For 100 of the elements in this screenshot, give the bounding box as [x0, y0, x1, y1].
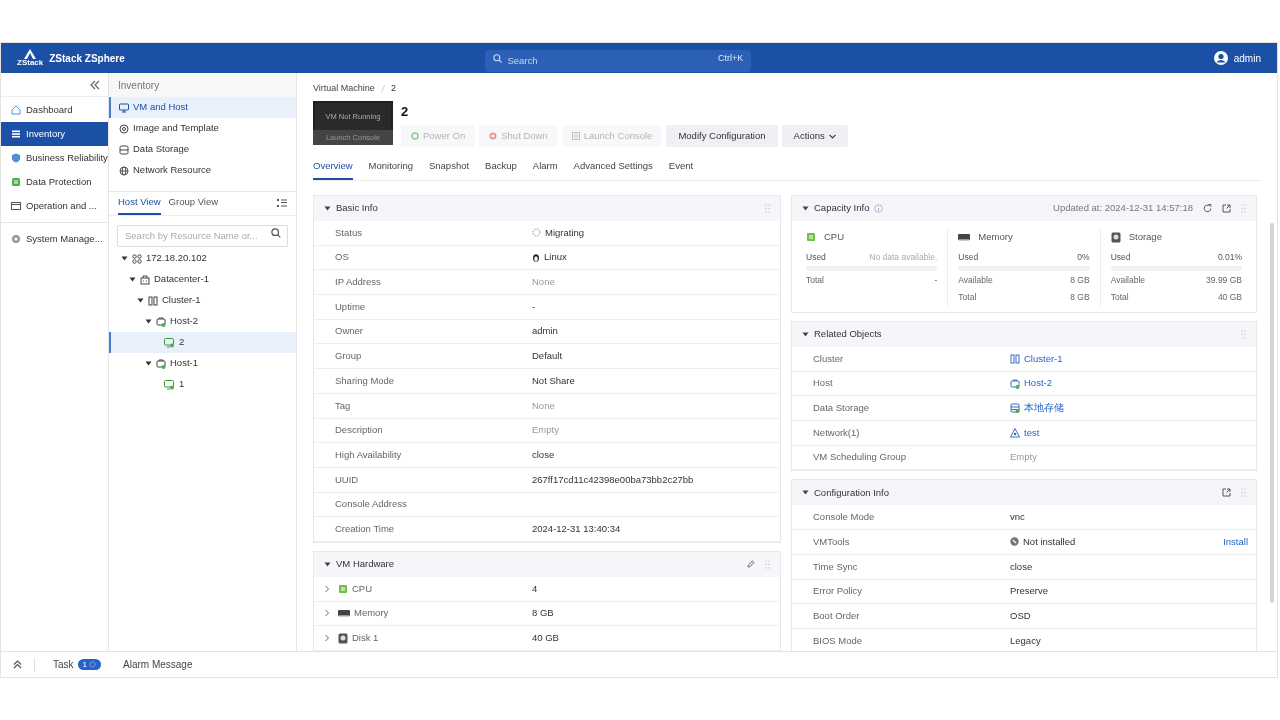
collapse-icon[interactable] [90, 79, 100, 90]
caret-down-icon[interactable] [802, 489, 809, 497]
stat-value: - [934, 274, 938, 287]
link[interactable]: Host-2 [1024, 376, 1052, 391]
drag-handle-icon[interactable] [1241, 488, 1246, 498]
caret-down-icon[interactable] [121, 255, 128, 262]
external-link-icon[interactable] [1222, 488, 1231, 498]
caret-down-icon[interactable] [802, 331, 809, 338]
field-label: Group [335, 349, 362, 364]
drag-handle-icon[interactable] [1241, 204, 1246, 213]
resource-name: CPU [824, 229, 845, 244]
stat-label: Available [958, 274, 993, 287]
tab[interactable]: Overview [313, 155, 353, 180]
caret-down-icon[interactable] [324, 560, 331, 568]
tab[interactable]: Event [668, 155, 694, 180]
zone-icon [132, 253, 142, 264]
console-icon [571, 132, 580, 140]
nav-item[interactable]: Inventory [1, 122, 108, 146]
caret-down-icon[interactable] [145, 360, 152, 367]
field-label: High Availability [335, 447, 402, 462]
view-tab[interactable]: Host View [118, 192, 161, 215]
usage-label: Used [806, 250, 826, 264]
tree-item[interactable]: Cluster-1 [109, 290, 296, 311]
menu-item[interactable]: Data Storage [109, 139, 296, 160]
info-icon [874, 204, 884, 213]
tree-item[interactable]: 1 [109, 374, 296, 395]
link[interactable]: test [1024, 425, 1040, 441]
action-button[interactable]: Actions [781, 125, 848, 147]
caret-down-icon[interactable] [129, 276, 136, 283]
field-label: Data Storage [813, 401, 869, 416]
search-icon[interactable] [271, 228, 281, 238]
field-value: 267ff17cd11c42398e00ba73bb2c27bb [532, 472, 694, 487]
external-link-icon[interactable] [1222, 204, 1231, 213]
avatar-icon[interactable] [1213, 51, 1228, 65]
storage-icon [1010, 403, 1020, 414]
task-label[interactable]: Task [53, 657, 74, 672]
breadcrumb-item: 2 [390, 82, 396, 96]
field-label: Tag [335, 398, 351, 413]
chip-icon [338, 583, 348, 594]
building-icon [140, 274, 150, 285]
field-value: Not Share [532, 373, 575, 388]
link[interactable]: Cluster-1 [1024, 351, 1063, 366]
alarm-message-link[interactable]: Alarm Message [123, 657, 193, 672]
spinner-icon [89, 661, 96, 668]
tree-item[interactable]: Host-2 [109, 311, 296, 332]
scrollbar[interactable] [1270, 223, 1274, 603]
view-tab[interactable]: Group View [168, 192, 219, 215]
separator-icon [380, 85, 385, 93]
action-button[interactable]: Modify Configuration [666, 125, 778, 147]
tree-item[interactable]: Datacenter-1 [109, 269, 296, 290]
expand-up-icon[interactable] [13, 660, 22, 669]
tab[interactable]: Snapshot [428, 155, 470, 180]
tree-item[interactable]: 2 [109, 332, 296, 353]
stat-value: 8 GB [1070, 274, 1090, 287]
drag-handle-icon[interactable] [765, 559, 770, 569]
memory-icon [958, 233, 971, 241]
logo: ZStack [17, 49, 44, 67]
install-link[interactable]: Install [1223, 534, 1248, 550]
nav-item[interactable]: Dashboard [1, 98, 108, 122]
list-icon[interactable] [277, 199, 287, 208]
search-field[interactable]: Search by Resource Name or... [117, 224, 288, 247]
field-value: Empty [532, 423, 559, 438]
drag-handle-icon[interactable] [765, 204, 770, 213]
refresh-icon[interactable] [1203, 204, 1212, 213]
field-label: Memory [354, 606, 389, 621]
penguin-icon [532, 253, 540, 263]
tab[interactable]: Advanced Settings [573, 155, 653, 180]
tree-item[interactable]: Host-1 [109, 353, 296, 374]
nav-item[interactable]: System Manage... [1, 227, 108, 251]
section-title: Configuration Info [814, 485, 889, 500]
menu-item[interactable]: Network Resource [109, 160, 296, 181]
field-label: Description [335, 423, 383, 438]
tab[interactable]: Monitoring [368, 155, 413, 180]
drag-handle-icon[interactable] [1241, 330, 1246, 339]
breadcrumb-item[interactable]: Virtual Machine [313, 82, 375, 96]
field-value: vnc [1010, 510, 1025, 525]
nav-item[interactable]: Business Reliability [1, 146, 108, 170]
caret-down-icon[interactable] [137, 297, 144, 304]
caret-down-icon[interactable] [324, 205, 331, 212]
stat-label: Total [958, 291, 977, 304]
nav-item[interactable]: Operation and ... [1, 194, 108, 218]
section-title: VM Hardware [336, 557, 395, 572]
field-label: Console Mode [813, 510, 875, 525]
tab[interactable]: Backup [485, 155, 517, 180]
tree-item[interactable]: 172.18.20.102 [109, 248, 296, 269]
caret-down-icon[interactable] [802, 205, 809, 212]
field-value: admin [532, 324, 558, 339]
tab[interactable]: Alarm [532, 155, 558, 180]
power-icon [411, 132, 419, 140]
field-value: Legacy [1010, 633, 1041, 648]
caret-down-icon[interactable] [145, 318, 152, 325]
monitor-icon [164, 379, 175, 390]
nav-item[interactable]: Data Protection [1, 170, 108, 194]
spinner-icon [532, 228, 541, 238]
menu-item[interactable]: VM and Host [109, 97, 296, 118]
link[interactable]: 本地存储 [1024, 401, 1064, 416]
pencil-icon[interactable] [747, 560, 755, 569]
user-name[interactable]: admin [1233, 50, 1261, 66]
field-value: Preserve [1010, 584, 1048, 599]
menu-item[interactable]: Image and Template [109, 118, 296, 139]
